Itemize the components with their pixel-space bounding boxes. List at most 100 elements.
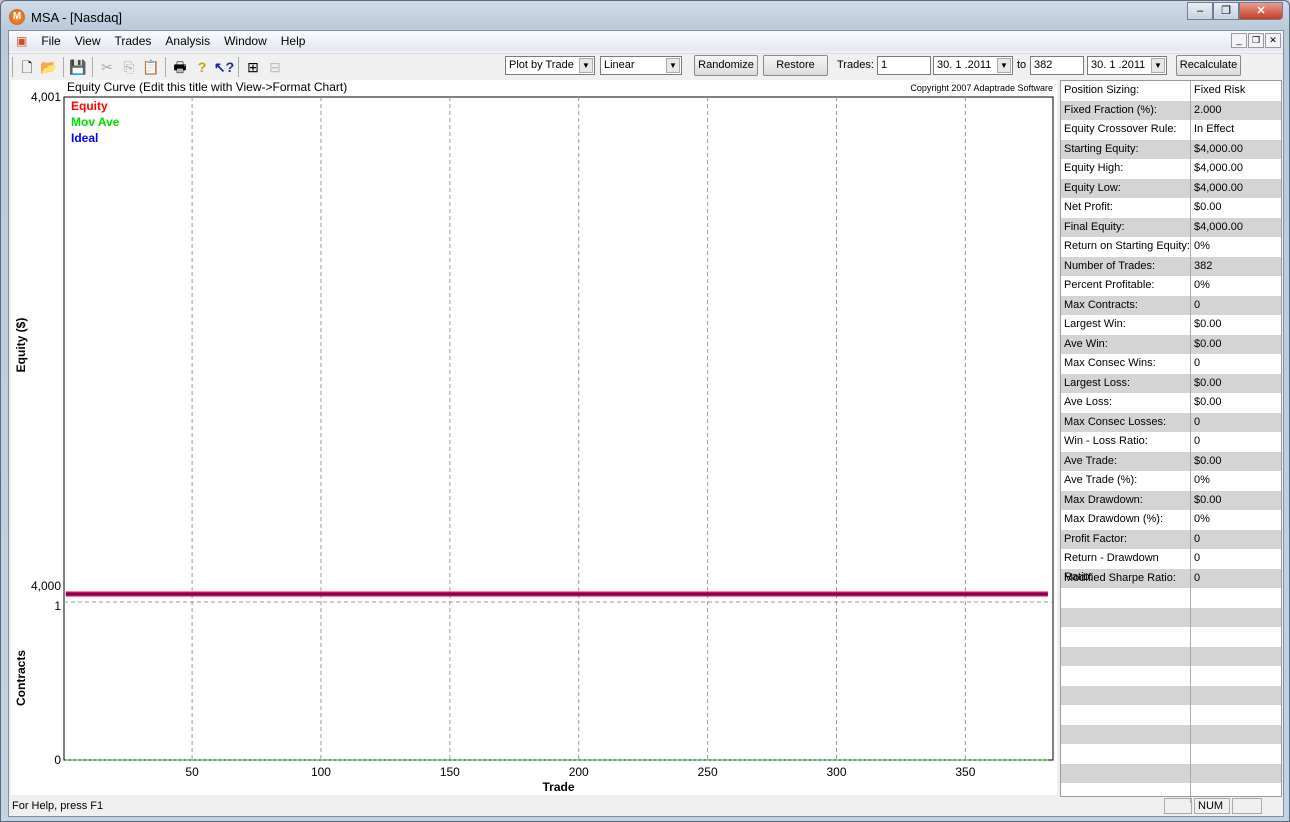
stats-row: Starting Equity: $4,000.00 [1061, 139, 1281, 159]
date-from-select[interactable]: 30. 1 .2011 ▼ [933, 56, 1013, 75]
stat-value: 0 [1194, 571, 1201, 584]
stat-value: 0 [1194, 415, 1201, 428]
stat-label: Equity Crossover Rule: [1061, 120, 1191, 140]
scale-select[interactable]: Linear ▼ [600, 56, 682, 75]
stat-label: Number of Trades: [1061, 256, 1191, 276]
plot-mode-select[interactable]: Plot by Trade ▼ [505, 56, 595, 75]
stat-value [1191, 647, 1194, 667]
new-file-icon[interactable]: 🗋 [16, 56, 38, 78]
stat-value: $0.00 [1194, 201, 1222, 213]
stat-value: 0 [1194, 298, 1201, 311]
stat-label: Percent Profitable: [1061, 276, 1191, 296]
context-help-icon[interactable]: ↖? [213, 56, 235, 78]
zoom-out-icon[interactable]: ⊟ [264, 56, 286, 78]
mdi-close-button[interactable]: ✕ [1265, 33, 1281, 48]
equity-chart: Equity Curve (Edit this title with View-… [11, 80, 1057, 795]
restore-button[interactable]: Restore [763, 55, 828, 76]
x-tick-label: 150 [440, 765, 460, 779]
stats-row: Ave Loss: $0.00 [1061, 393, 1281, 413]
menu-bar: ▣ File View Trades Analysis Window Help [9, 31, 1283, 51]
app-window: M MSA - [Nasdaq] ‒ ❐ ✕ ▣ File View Trade… [0, 0, 1290, 822]
date-from-value: 30. 1 .2011 [937, 59, 992, 71]
chart-plot: 50 100 150 200 250 300 350 4,001 4,000 1 0 Trade Equ… [14, 90, 1054, 794]
save-icon[interactable]: 💾 [67, 56, 89, 78]
menu-window[interactable]: Window [217, 34, 274, 48]
window-title: MSA - [Nasdaq] [31, 9, 123, 25]
mdi-minimize-button[interactable]: _ [1231, 33, 1247, 48]
stat-value: $0.00 [1194, 337, 1222, 350]
stats-row: Ave Trade (%): 0% [1061, 471, 1281, 491]
stat-value: Fixed Risk [1194, 84, 1246, 96]
stat-label: Ave Loss: [1061, 393, 1191, 413]
paste-icon[interactable]: 📋 [140, 56, 162, 78]
stats-row: Position Sizing: Fixed Risk [1061, 81, 1281, 101]
stats-row: Max Drawdown (%): 0% [1061, 510, 1281, 530]
stat-value: 0 [1194, 552, 1201, 564]
menu-view[interactable]: View [68, 34, 108, 48]
stats-row: Modified Sharpe Ratio: 0 [1061, 568, 1281, 588]
stat-value: 0% [1194, 474, 1210, 486]
stat-label: Final Equity: [1061, 217, 1191, 237]
stat-label [1061, 627, 1191, 647]
stat-label: Max Consec Wins: [1061, 354, 1191, 374]
stat-value [1191, 588, 1194, 608]
stat-label: Equity High: [1061, 159, 1191, 179]
plot-frame [63, 96, 1054, 761]
mdi-restore-button[interactable]: ❐ [1248, 33, 1264, 48]
stats-row [1061, 744, 1281, 764]
trade-to-input[interactable]: 382 [1030, 56, 1084, 75]
close-button[interactable]: ✕ [1239, 2, 1283, 20]
x-axis-label: Trade [542, 780, 574, 794]
stat-value: $4,000.00 [1194, 181, 1243, 194]
legend-equity: Equity [71, 99, 108, 113]
minimize-button[interactable]: ‒ [1187, 2, 1213, 20]
open-folder-icon[interactable]: 📂 [38, 56, 60, 78]
stat-value: 0% [1194, 279, 1210, 291]
copy-icon[interactable]: ⎘ [118, 56, 140, 78]
help-icon[interactable]: ? [191, 56, 213, 78]
stats-row: Return on Starting Equity: 0% [1061, 237, 1281, 257]
menu-analysis[interactable]: Analysis [158, 34, 217, 48]
stat-label [1061, 607, 1191, 627]
cut-icon[interactable]: ✂ [96, 56, 118, 78]
app-icon: M [9, 9, 25, 25]
stat-value: $4,000.00 [1194, 220, 1243, 233]
chevron-down-icon: ▼ [666, 58, 680, 73]
print-icon[interactable]: 🖶 [169, 56, 191, 78]
date-to-select[interactable]: 30. 1 .2011 ▼ [1087, 56, 1167, 75]
stat-label: Largest Win: [1061, 315, 1191, 335]
randomize-button[interactable]: Randomize [694, 55, 758, 76]
maximize-button[interactable]: ❐ [1213, 2, 1239, 20]
recalculate-button[interactable]: Recalculate [1176, 55, 1241, 76]
status-cap [1164, 798, 1192, 814]
stat-label [1061, 685, 1191, 705]
stats-row: Max Contracts: 0 [1061, 295, 1281, 315]
stats-row: Largest Loss: $0.00 [1061, 373, 1281, 393]
stats-row: Equity Low: $4,000.00 [1061, 178, 1281, 198]
y2-axis-label: Contracts [14, 650, 28, 706]
stat-value: $0.00 [1194, 396, 1222, 408]
x-tick-label: 250 [698, 765, 718, 779]
menu-trades[interactable]: Trades [107, 34, 158, 48]
stats-row [1061, 646, 1281, 667]
stat-label: Starting Equity: [1061, 139, 1191, 159]
stat-label: Profit Factor: [1061, 529, 1191, 549]
scale-value: Linear [604, 59, 635, 71]
zoom-in-icon[interactable]: ⊞ [242, 56, 264, 78]
stats-row: Return - Drawdown Ratio: 0 [1061, 549, 1281, 583]
trade-from-input[interactable]: 1 [877, 56, 931, 75]
stats-table: Position Sizing: Fixed Risk Fixed Fraction… [1060, 80, 1282, 803]
stat-label: Max Consec Losses: [1061, 412, 1191, 432]
to-label: to [1017, 59, 1027, 71]
stat-label: Modified Sharpe Ratio: [1061, 568, 1191, 588]
stat-label: Position Sizing: [1061, 81, 1191, 101]
status-num: NUM [1194, 798, 1230, 814]
menu-file[interactable]: File [34, 34, 67, 48]
menu-help[interactable]: Help [274, 34, 313, 48]
doc-icon[interactable]: ▣ [9, 34, 34, 48]
stats-row: Max Drawdown: $0.00 [1061, 490, 1281, 510]
chevron-down-icon: ▼ [997, 58, 1011, 73]
x-tick-label: 350 [955, 765, 975, 779]
chevron-down-icon: ▼ [579, 58, 593, 73]
stat-value: 0% [1194, 513, 1210, 525]
